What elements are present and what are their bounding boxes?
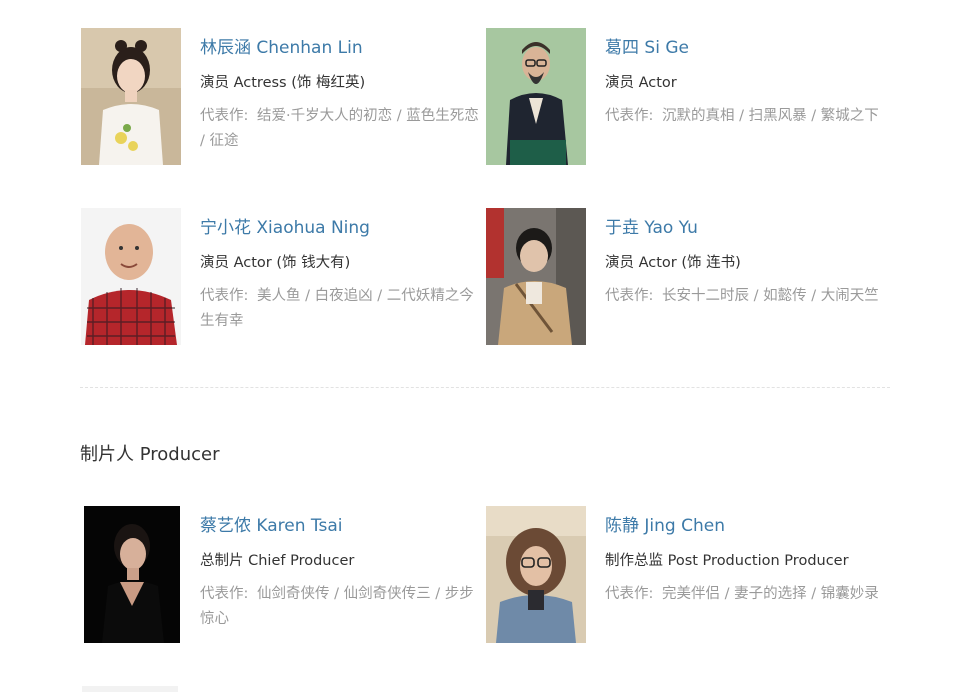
avatar-photo-jing-chen: [486, 506, 586, 643]
crew-page: 林辰涵 Chenhan Lin 演员 Actress (饰 梅红英) 代表作: …: [0, 0, 956, 692]
person-card: 葛四 Si Ge 演员 Actor 代表作: 沉默的真相 / 扫黑风暴 / 繁城…: [486, 28, 886, 168]
person-card: 林辰涵 Chenhan Lin 演员 Actress (饰 梅红英) 代表作: …: [81, 28, 481, 168]
person-role: 演员 Actor (饰 连书): [605, 255, 741, 271]
person-name-link[interactable]: 于垚 Yao Yu: [605, 217, 888, 239]
person-card: 宁小花 Xiaohua Ning 演员 Actor (饰 钱大有) 代表作: 美…: [81, 208, 481, 348]
person-card: 于垚 Yao Yu 演员 Actor (饰 连书) 代表作: 长安十二时辰 / …: [486, 208, 886, 348]
person-works: 代表作: 美人鱼 / 白夜追凶 / 二代妖精之今生有幸: [200, 284, 483, 334]
person-role: 演员 Actress (饰 梅红英): [200, 75, 366, 91]
person-info: 宁小花 Xiaohua Ning 演员 Actor (饰 钱大有) 代表作: 美…: [200, 208, 483, 334]
person-name-link[interactable]: 陈静 Jing Chen: [605, 515, 888, 537]
avatar-photo-si-ge: [486, 28, 586, 165]
producer-section-title: 制片人 Producer: [80, 444, 220, 465]
avatar-photo-chenhan-lin: [81, 28, 181, 165]
person-info: 陈静 Jing Chen 制作总监 Post Production Produc…: [605, 506, 888, 607]
person-photo[interactable]: [486, 506, 586, 643]
works-label: 代表作:: [200, 288, 249, 304]
person-photo[interactable]: [81, 208, 181, 345]
works-label: 代表作:: [200, 108, 249, 124]
person-role: 制作总监 Post Production Producer: [605, 553, 849, 569]
works-label: 代表作:: [605, 108, 654, 124]
avatar-photo-xiaohua-ning: [81, 208, 181, 345]
person-name-link[interactable]: 林辰涵 Chenhan Lin: [200, 37, 483, 59]
works-label: 代表作:: [605, 586, 654, 602]
person-works: 代表作: 沉默的真相 / 扫黑风暴 / 繁城之下: [605, 104, 888, 129]
person-name-link[interactable]: 葛四 Si Ge: [605, 37, 888, 59]
person-role: 总制片 Chief Producer: [200, 553, 355, 569]
person-name-link[interactable]: 宁小花 Xiaohua Ning: [200, 217, 483, 239]
person-works: 代表作: 长安十二时辰 / 如懿传 / 大闹天竺: [605, 284, 888, 309]
person-works: 代表作: 仙剑奇侠传 / 仙剑奇侠传三 / 步步惊心: [200, 582, 483, 632]
person-card: 蔡艺侬 Karen Tsai 总制片 Chief Producer 代表作: 仙…: [84, 506, 484, 646]
person-photo[interactable]: [486, 28, 586, 165]
next-person-photo-partial: [82, 686, 178, 692]
person-works: 代表作: 完美伴侣 / 妻子的选择 / 锦囊妙录: [605, 582, 888, 607]
person-info: 于垚 Yao Yu 演员 Actor (饰 连书) 代表作: 长安十二时辰 / …: [605, 208, 888, 309]
works-label: 代表作:: [605, 288, 654, 304]
person-photo[interactable]: [84, 506, 180, 643]
section-divider: [80, 387, 890, 388]
person-role: 演员 Actor (饰 钱大有): [200, 255, 351, 271]
person-role: 演员 Actor: [605, 75, 677, 91]
person-photo[interactable]: [486, 208, 586, 345]
person-card: 陈静 Jing Chen 制作总监 Post Production Produc…: [486, 506, 886, 646]
person-info: 林辰涵 Chenhan Lin 演员 Actress (饰 梅红英) 代表作: …: [200, 28, 483, 154]
person-info: 蔡艺侬 Karen Tsai 总制片 Chief Producer 代表作: 仙…: [200, 506, 483, 632]
works-list: 完美伴侣 / 妻子的选择 / 锦囊妙录: [662, 586, 879, 602]
person-works: 代表作: 结爱·千岁大人的初恋 / 蓝色生死恋 / 征途: [200, 104, 483, 154]
person-name-link[interactable]: 蔡艺侬 Karen Tsai: [200, 515, 483, 537]
avatar-photo-karen-tsai: [84, 506, 180, 643]
person-photo[interactable]: [81, 28, 181, 165]
works-label: 代表作:: [200, 586, 249, 602]
person-info: 葛四 Si Ge 演员 Actor 代表作: 沉默的真相 / 扫黑风暴 / 繁城…: [605, 28, 888, 129]
works-list: 沉默的真相 / 扫黑风暴 / 繁城之下: [662, 108, 879, 124]
avatar-photo-yao-yu: [486, 208, 586, 345]
works-list: 长安十二时辰 / 如懿传 / 大闹天竺: [662, 288, 879, 304]
